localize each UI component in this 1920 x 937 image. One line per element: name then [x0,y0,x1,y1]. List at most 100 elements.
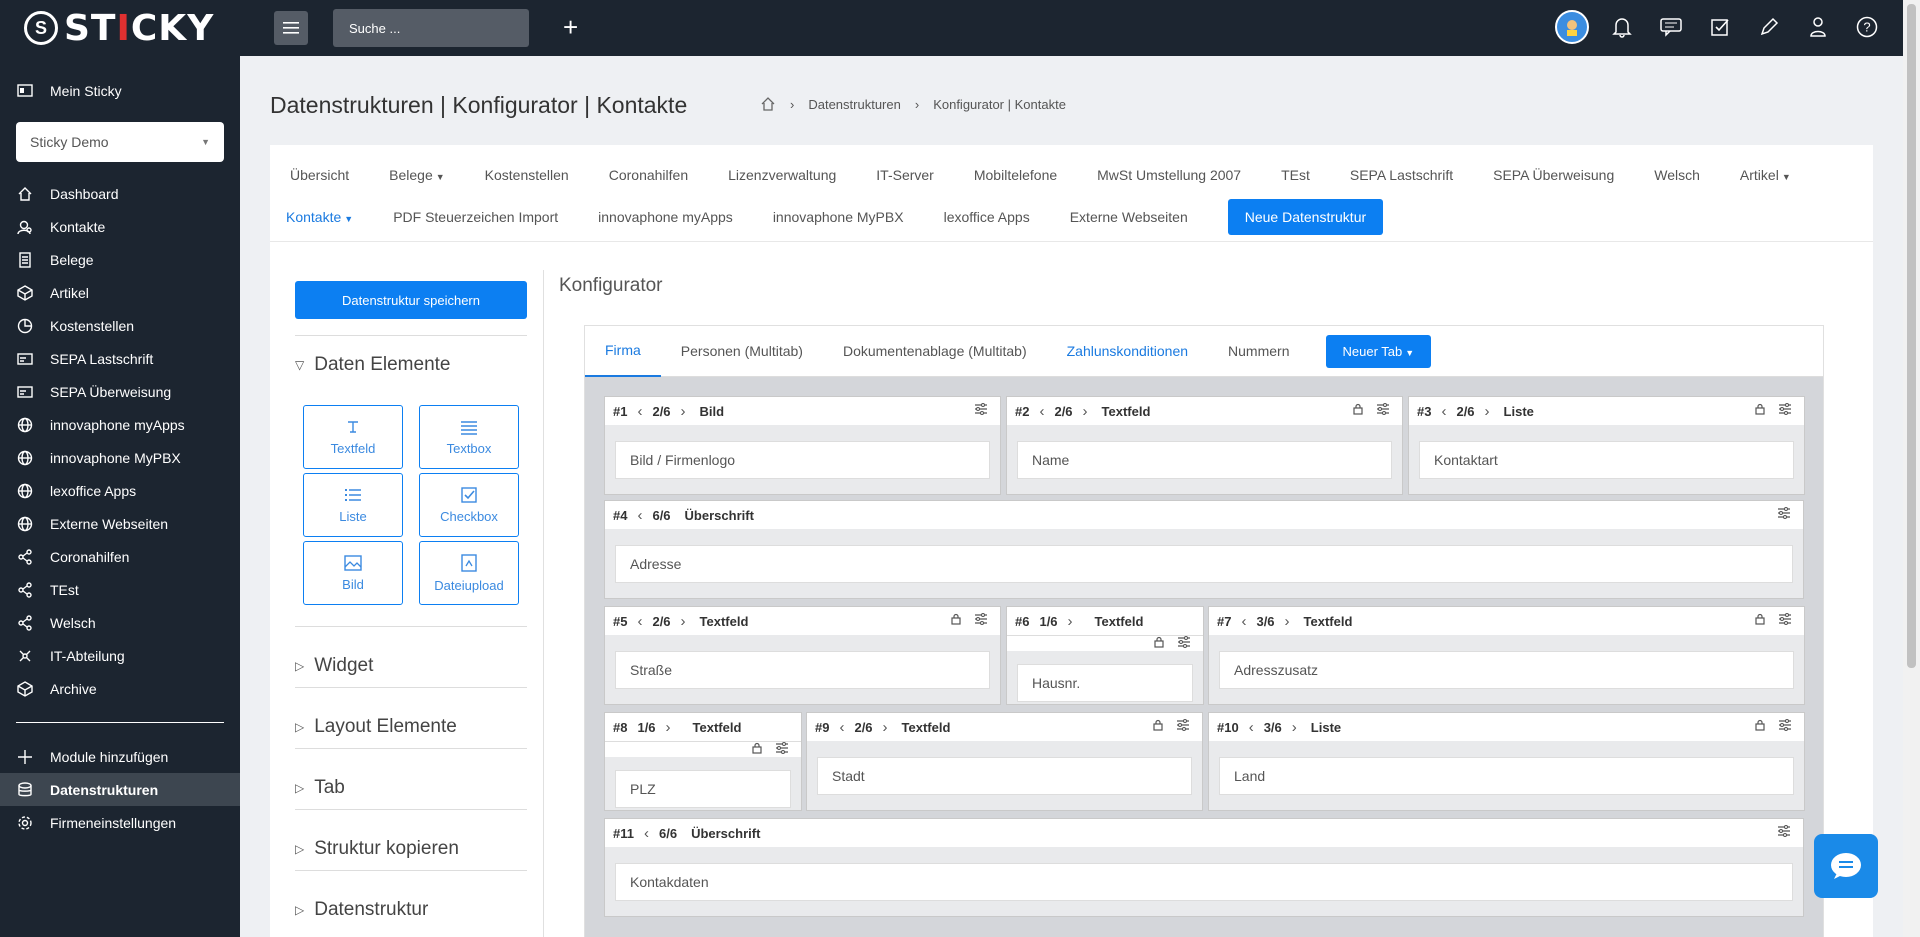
chevron-left-icon[interactable]: ‹ [637,613,642,630]
new-data-structure-button[interactable]: Neue Datenstruktur [1227,199,1384,235]
menu-item-externe-webseiten[interactable]: Externe Webseiten [1070,209,1188,225]
menu-item-welsch[interactable]: Welsch [1654,167,1700,183]
chevron-right-icon[interactable]: › [1068,613,1073,630]
chevron-left-icon[interactable]: ‹ [839,719,844,736]
element-textfeld[interactable]: Textfeld [303,405,403,469]
chevron-left-icon[interactable]: ‹ [1241,613,1246,630]
menu-item--bersicht[interactable]: Übersicht [290,167,349,183]
menu-item-lexoffice-apps[interactable]: lexoffice Apps [944,209,1030,225]
section-datenstruktur[interactable]: ▷ Datenstruktur [295,870,527,931]
menu-item-belege[interactable]: Belege ▼ [389,167,445,183]
breadcrumb-datenstrukturen[interactable]: Datenstrukturen [808,97,901,112]
chevron-right-icon[interactable]: › [681,403,686,420]
lock-icon[interactable] [1153,636,1165,648]
sidebar-item-sepa-berweisung[interactable]: SEPA Überweisung [0,375,240,408]
chevron-right-icon[interactable]: › [1285,613,1290,630]
sticky-logo[interactable]: S STICKY [0,0,240,56]
menu-toggle-button[interactable] [274,11,308,45]
save-structure-button[interactable]: Datenstruktur speichern [295,281,527,319]
sidebar-item-module-hinzuf-gen[interactable]: Module hinzufügen [0,740,240,773]
chat-icon[interactable] [1655,10,1687,44]
menu-item-sepa-lastschrift[interactable]: SEPA Lastschrift [1350,167,1453,183]
lock-icon[interactable] [1152,719,1164,731]
settings-icon[interactable] [974,403,988,415]
lock-icon[interactable] [950,613,962,625]
sidebar-item-it-abteilung[interactable]: IT-Abteilung [0,639,240,672]
sidebar-item-coronahilfen[interactable]: Coronahilfen [0,540,240,573]
chevron-right-icon[interactable]: › [666,719,671,736]
element-bild[interactable]: Bild [303,541,403,605]
menu-item-mobiltelefone[interactable]: Mobiltelefone [974,167,1057,183]
settings-icon[interactable] [1778,613,1792,625]
field-block[interactable]: #6 1/6 › Textfeld Hausnr. [1006,606,1204,705]
element-textbox[interactable]: Textbox [419,405,519,469]
settings-icon[interactable] [775,742,789,754]
sidebar-item-sepa-lastschrift[interactable]: SEPA Lastschrift [0,342,240,375]
section-daten-elemente[interactable]: ▽ Daten Elemente [295,335,527,376]
settings-icon[interactable] [1778,719,1792,731]
section-widget[interactable]: ▷ Widget [295,626,527,687]
user-icon[interactable] [1802,10,1834,44]
chevron-left-icon[interactable]: ‹ [644,825,649,842]
menu-item-artikel[interactable]: Artikel ▼ [1740,167,1791,183]
sidebar-item-archive[interactable]: Archive [0,672,240,705]
chevron-right-icon[interactable]: › [1485,403,1490,420]
chevron-right-icon[interactable]: › [1292,719,1297,736]
checkbox-icon[interactable] [1704,10,1736,44]
chevron-left-icon[interactable]: ‹ [1039,403,1044,420]
lock-icon[interactable] [1754,403,1766,415]
menu-item-pdf-steuerzeichen-import[interactable]: PDF Steuerzeichen Import [393,209,558,225]
sidebar-item-artikel[interactable]: Artikel [0,276,240,309]
menu-item-kontakte[interactable]: Kontakte ▼ [286,209,353,225]
settings-icon[interactable] [1176,719,1190,731]
element-dateiupload[interactable]: Dateiupload [419,541,519,605]
menu-item-coronahilfen[interactable]: Coronahilfen [609,167,688,183]
home-icon[interactable] [760,96,776,112]
page-scrollbar[interactable] [1903,0,1920,937]
settings-icon[interactable] [974,613,988,625]
tab-zahlunskonditionen[interactable]: Zahlunskonditionen [1047,326,1208,377]
company-select[interactable]: Sticky Demo ▼ [16,122,224,162]
new-tab-button[interactable]: Neuer Tab ▼ [1325,334,1432,368]
tab-firma[interactable]: Firma [585,326,661,377]
sidebar-item-innovaphone-myapps[interactable]: innovaphone myApps [0,408,240,441]
chevron-left-icon[interactable]: ‹ [1249,719,1254,736]
menu-item-kostenstellen[interactable]: Kostenstellen [485,167,569,183]
settings-icon[interactable] [1376,403,1390,415]
settings-icon[interactable] [1777,507,1791,519]
sidebar-item-firmeneinstellungen[interactable]: Firmeneinstellungen [0,806,240,839]
field-block[interactable]: #5 ‹ 2/6 › Textfeld Straße [604,606,1001,705]
settings-icon[interactable] [1777,825,1791,837]
field-block[interactable]: #7 ‹ 3/6 › Textfeld Adresszusatz [1208,606,1805,705]
menu-item-innovaphone-myapps[interactable]: innovaphone myApps [598,209,733,225]
field-block[interactable]: #9 ‹ 2/6 › Textfeld Stadt [806,712,1203,811]
sidebar-item-externe-webseiten[interactable]: Externe Webseiten [0,507,240,540]
element-checkbox[interactable]: Checkbox [419,473,519,537]
menu-item-test[interactable]: TEst [1281,167,1310,183]
section-struktur-kopieren[interactable]: ▷ Struktur kopieren [295,809,527,870]
field-block[interactable]: #2 ‹ 2/6 › Textfeld Name [1006,396,1403,495]
field-block[interactable]: #4 ‹ 6/6 Überschrift Adresse [604,500,1804,599]
menu-item-lizenzverwaltung[interactable]: Lizenzverwaltung [728,167,836,183]
sidebar-item-dashboard[interactable]: Dashboard [0,177,240,210]
field-block[interactable]: #8 1/6 › Textfeld PLZ [604,712,802,811]
field-block[interactable]: #11 ‹ 6/6 Überschrift Kontakdaten [604,818,1804,917]
section-layout-elemente[interactable]: ▷ Layout Elemente [295,687,527,748]
lock-icon[interactable] [1352,403,1364,415]
sidebar-item-kostenstellen[interactable]: Kostenstellen [0,309,240,342]
menu-item-mwst-umstellung-2007[interactable]: MwSt Umstellung 2007 [1097,167,1241,183]
sidebar-item-mein-sticky[interactable]: Mein Sticky [0,74,240,107]
sidebar-item-lexoffice-apps[interactable]: lexoffice Apps [0,474,240,507]
chevron-right-icon[interactable]: › [883,719,888,736]
help-icon[interactable]: ? [1851,10,1883,44]
search-input[interactable]: Suche ... [333,9,529,47]
sidebar-item-innovaphone-mypbx[interactable]: innovaphone MyPBX [0,441,240,474]
pencil-icon[interactable] [1753,10,1785,44]
chevron-right-icon[interactable]: › [1083,403,1088,420]
add-icon[interactable]: + [563,12,578,43]
tab-dokumentenablage[interactable]: Dokumentenablage (Multitab) [823,326,1047,377]
menu-item-it-server[interactable]: IT-Server [876,167,934,183]
settings-icon[interactable] [1177,636,1191,648]
lock-icon[interactable] [751,742,763,754]
sidebar-item-test[interactable]: TEst [0,573,240,606]
